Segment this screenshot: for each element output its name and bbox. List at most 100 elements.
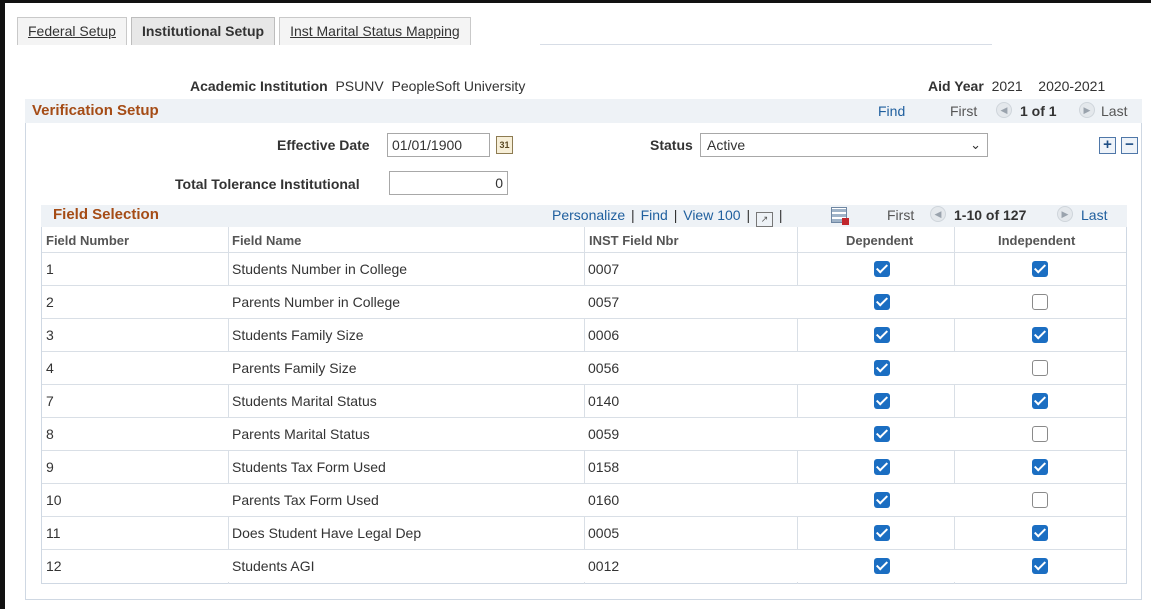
field-number-cell: 2 [46,294,54,310]
dependent-checkbox[interactable] [874,426,890,442]
field-selection-title: Field Selection [53,206,159,223]
field-name-cell: Parents Tax Form Used [232,492,379,508]
tab-federal-setup[interactable]: Federal Setup [17,17,127,45]
table-row: 1 Students Number in College 0007 [42,252,1126,285]
separator: | [746,207,751,223]
first-link: First [950,103,978,119]
inst-field-cell: 0158 [588,459,620,475]
inst-field-cell: 0006 [588,327,620,343]
field-number-cell: 7 [46,393,54,409]
status-select[interactable]: Active ⌄ [700,133,988,157]
calendar-icon[interactable]: 31 [496,136,513,154]
dependent-checkbox[interactable] [874,393,890,409]
aid-year-desc: 2020-2021 [1038,78,1106,94]
grid-row-count: 1-10 of 127 [954,207,1027,223]
effective-date-input[interactable]: 01/01/1900 [387,133,490,157]
row-count: 1 of 1 [1020,103,1057,119]
column-header-field-name[interactable]: Field Name [232,233,301,248]
aid-year-value: 2021 [991,78,1023,94]
personalize-link[interactable]: Personalize [552,207,625,223]
view-100-link[interactable]: View 100 [683,207,740,223]
field-name-cell: Parents Marital Status [232,426,370,442]
dependent-checkbox[interactable] [874,294,890,310]
grid-next-icon[interactable]: ▶ [1057,206,1073,222]
dependent-checkbox[interactable] [874,492,890,508]
dependent-checkbox[interactable] [874,261,890,277]
independent-checkbox[interactable] [1032,525,1048,541]
chevron-down-icon: ⌄ [970,137,981,152]
grid-find-link[interactable]: Find [641,207,668,223]
independent-checkbox[interactable] [1032,327,1048,343]
field-name-cell: Students Marital Status [232,393,377,409]
field-name-cell: Students Number in College [232,261,408,277]
table-row: 8 Parents Marital Status 0059 [42,417,1126,450]
institution-label: Academic Institution [190,78,328,94]
table-row: 4 Parents Family Size 0056 [42,351,1126,384]
inst-field-cell: 0160 [588,492,620,508]
tab-label: Federal Setup [28,23,116,39]
institution-name: PeopleSoft University [391,78,526,94]
tab-divider [540,44,992,45]
dependent-checkbox[interactable] [874,360,890,376]
table-row: 2 Parents Number in College 0057 [42,285,1126,318]
separator: | [673,207,678,223]
independent-checkbox[interactable] [1032,426,1048,442]
table-row: 7 Students Marital Status 0140 [42,384,1126,417]
verification-setup-title: Verification Setup [32,102,159,119]
grid-first-link: First [887,207,915,223]
download-icon[interactable] [831,207,849,225]
dependent-checkbox[interactable] [874,459,890,475]
delete-row-button[interactable]: − [1121,137,1138,154]
separator: | [631,207,635,223]
tolerance-label: Total Tolerance Institutional [175,176,360,192]
separator: | [778,207,783,223]
table-row: 10 Parents Tax Form Used 0160 [42,483,1126,516]
previous-icon: ◀ [996,102,1012,118]
grid-last-link[interactable]: Last [1081,207,1107,223]
inst-field-cell: 0012 [588,558,620,574]
table-row: 3 Students Family Size 0006 [42,318,1126,351]
zoom-icon[interactable]: ↗ [756,212,773,227]
effective-date-label: Effective Date [277,137,370,153]
tolerance-input[interactable]: 0 [389,171,508,195]
tab-institutional-setup[interactable]: Institutional Setup [130,17,276,45]
field-number-cell: 4 [46,360,54,376]
independent-checkbox[interactable] [1032,294,1048,310]
aid-year-label: Aid Year [928,78,984,94]
table-row: 12 Students AGI 0012 [42,549,1126,582]
inst-field-cell: 0140 [588,393,620,409]
status-value: Active [707,137,746,153]
independent-checkbox[interactable] [1032,261,1048,277]
aid-year-header: Aid Year 2021 2020-2021 [928,78,1105,94]
inst-field-cell: 0005 [588,525,620,541]
field-number-cell: 3 [46,327,54,343]
independent-checkbox[interactable] [1032,360,1048,376]
grid-previous-icon: ◀ [930,206,946,222]
add-row-button[interactable]: + [1099,137,1116,154]
field-number-cell: 11 [46,525,61,541]
last-link: Last [1101,103,1128,119]
dependent-checkbox[interactable] [874,327,890,343]
field-name-cell: Students Family Size [232,327,364,343]
independent-checkbox[interactable] [1032,492,1048,508]
inst-field-cell: 0056 [588,360,620,376]
table-row: 11 Does Student Have Legal Dep 0005 [42,516,1126,549]
institution-code: PSUNV [335,78,384,94]
independent-checkbox[interactable] [1032,558,1048,574]
independent-checkbox[interactable] [1032,393,1048,409]
column-header-inst-field[interactable]: INST Field Nbr [589,233,679,248]
column-header-dependent[interactable]: Dependent [846,233,913,248]
find-link[interactable]: Find [878,103,905,119]
independent-checkbox[interactable] [1032,459,1048,475]
dependent-checkbox[interactable] [874,525,890,541]
field-number-cell: 1 [46,261,54,277]
field-name-cell: Parents Number in College [232,294,401,310]
column-header-field-number[interactable]: Field Number [46,233,129,248]
tab-inst-marital-status-mapping[interactable]: Inst Marital Status Mapping [279,17,471,45]
field-name-cell: Students AGI [232,558,315,574]
dependent-checkbox[interactable] [874,558,890,574]
next-icon: ▶ [1079,102,1095,118]
column-header-independent[interactable]: Independent [998,233,1075,248]
window-frame-left [0,0,5,609]
window-frame-top [0,0,1151,3]
